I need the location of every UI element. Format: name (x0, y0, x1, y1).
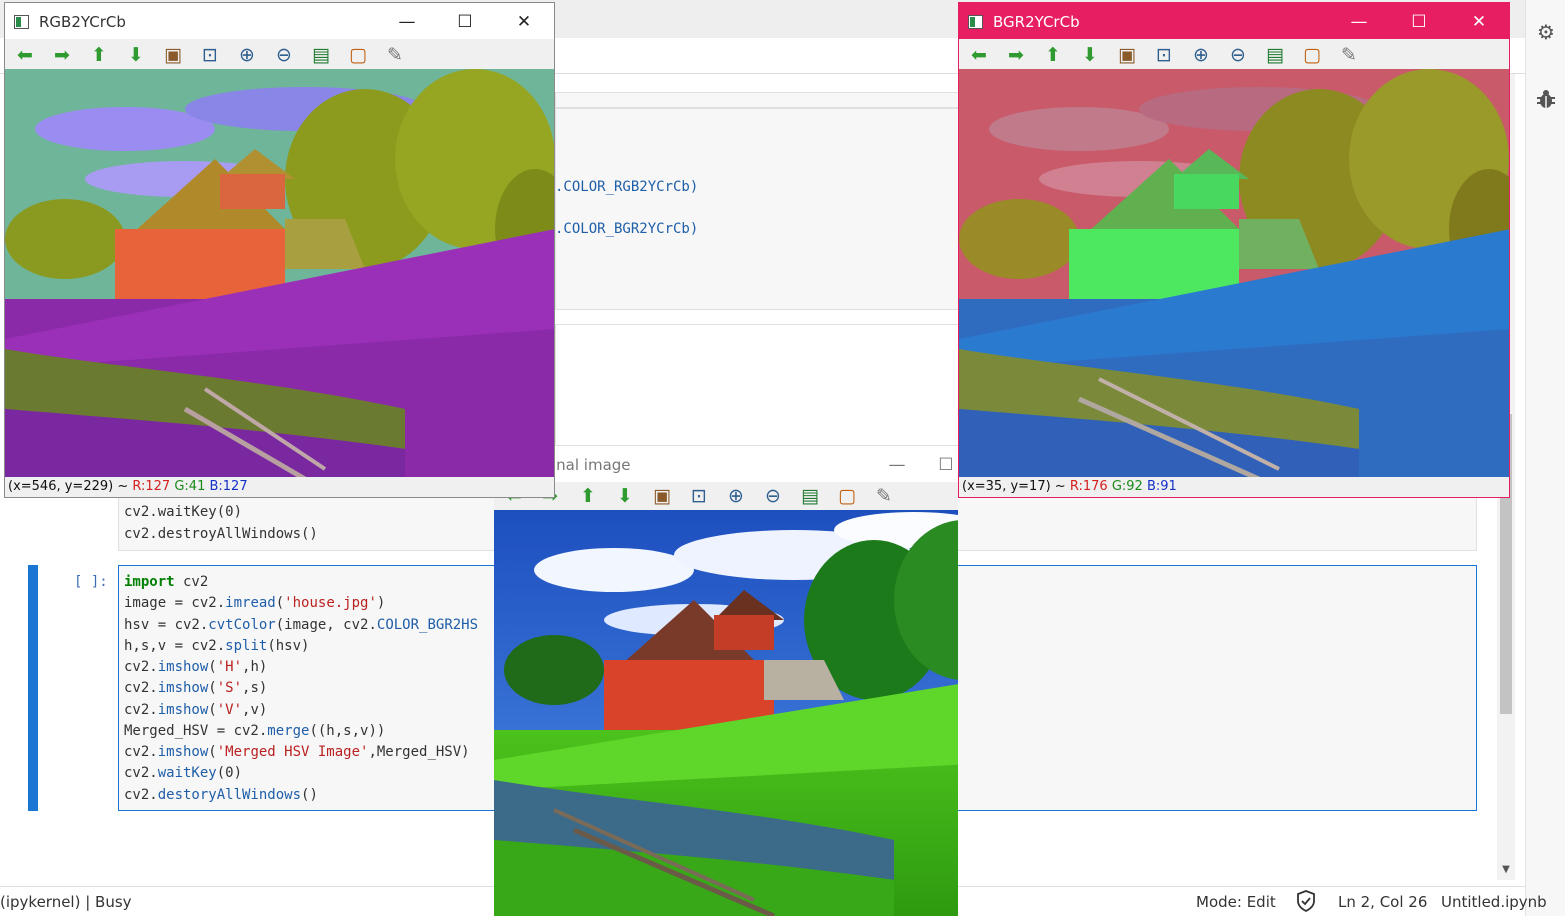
red-value: R:127 (132, 479, 171, 494)
rgb2ycrcb-image[interactable] (5, 69, 554, 479)
zoom-fit-icon[interactable]: ⊡ (198, 43, 222, 67)
copy-clipboard-icon[interactable]: ▢ (1300, 43, 1324, 67)
properties-brush-icon[interactable]: ✎ (383, 43, 407, 67)
code-line: cv2.destoryAllWindows() (124, 787, 318, 803)
arrow-right-icon[interactable]: ➡ (50, 43, 74, 67)
save-icon[interactable]: ▤ (309, 43, 333, 67)
image-toolbar: ⬅ ➡ ⬆ ⬇ ▣ ⊡ ⊕ ⊖ ▤ ▢ ✎ (494, 482, 958, 510)
window-titlebar[interactable]: BGR2YCrCb — ☐ ✕ (959, 3, 1509, 39)
zoom-fit-icon[interactable]: ⊡ (1152, 43, 1176, 67)
code-fragment: .COLOR_BGR2YCrCb) (555, 221, 699, 237)
copy-clipboard-icon[interactable]: ▢ (346, 43, 370, 67)
zoom-out-icon[interactable]: ⊖ (272, 43, 296, 67)
cursor-coords: (x=35, y=17) ~ (962, 479, 1066, 494)
window-title: inal image (552, 456, 631, 474)
arrow-left-icon[interactable]: ⬅ (967, 43, 991, 67)
window-title: BGR2YCrCb (993, 13, 1080, 31)
app-window-icon (14, 15, 29, 29)
arrow-left-icon[interactable]: ⬅ (13, 43, 37, 67)
red-value: R:176 (1069, 479, 1108, 494)
zoom-original-icon[interactable]: ▣ (161, 43, 185, 67)
zoom-out-icon[interactable]: ⊖ (761, 484, 785, 508)
zoom-out-icon[interactable]: ⊖ (1226, 43, 1250, 67)
property-inspector-gears-icon[interactable]: ⚙ (1534, 20, 1558, 44)
properties-brush-icon[interactable]: ✎ (1337, 43, 1361, 67)
pixel-info-status: (x=546, y=229) ~ R:127 G:41 B:127 (5, 477, 554, 497)
code-cell-background[interactable] (555, 108, 959, 310)
cursor-position[interactable]: Ln 2, Col 26 (1338, 893, 1427, 911)
save-icon[interactable]: ▤ (1263, 43, 1287, 67)
code-fragment: .COLOR_RGB2YCrCb) (555, 179, 699, 195)
minimize-button[interactable]: — (387, 9, 427, 35)
right-sidebar: ⚙ (1525, 0, 1565, 916)
code-line: import cv2 (124, 574, 209, 590)
window-titlebar[interactable]: RGB2YCrCb — ☐ ✕ (5, 3, 554, 39)
code-line: cv2.waitKey(0) (124, 504, 243, 520)
arrow-up-icon[interactable]: ⬆ (87, 43, 111, 67)
code-line: cv2.imshow('Merged HSV Image',Merged_HSV… (124, 744, 470, 760)
file-name: Untitled.ipynb (1441, 893, 1547, 911)
cell-separator (555, 92, 959, 108)
code-line: h,s,v = cv2.split(hsv) (124, 638, 310, 654)
code-line: cv2.waitKey(0) (124, 765, 243, 781)
code-line: Merged_HSV = cv2.merge((h,s,v)) (124, 723, 386, 739)
copy-clipboard-icon[interactable]: ▢ (835, 484, 859, 508)
cursor-coords: (x=546, y=229) ~ (8, 479, 129, 494)
bgr2ycrcb-image[interactable] (959, 69, 1509, 479)
image-toolbar: ⬅ ➡ ⬆ ⬇ ▣ ⊡ ⊕ ⊖ ▤ ▢ ✎ (959, 39, 1509, 71)
maximize-button[interactable]: ☐ (934, 452, 958, 478)
cell-prompt: [ ]: (74, 574, 108, 590)
code-line: cv2.imshow('H',h) (124, 659, 268, 675)
blue-value: B:91 (1146, 479, 1177, 494)
arrow-down-icon[interactable]: ⬇ (613, 484, 637, 508)
arrow-down-icon[interactable]: ⬇ (1078, 43, 1102, 67)
original-image-window[interactable]: inal image — ☐ ⬅ ➡ ⬆ ⬇ ▣ ⊡ ⊕ ⊖ ▤ ▢ ✎ (494, 446, 958, 916)
close-button[interactable]: ✕ (1459, 9, 1499, 35)
rgb2ycrcb-window[interactable]: RGB2YCrCb — ☐ ✕ ⬅ ➡ ⬆ ⬇ ▣ ⊡ ⊕ ⊖ ▤ ▢ ✎ (x… (4, 2, 555, 498)
window-titlebar[interactable]: inal image — ☐ (494, 446, 958, 482)
editor-mode: Mode: Edit (1196, 893, 1276, 911)
zoom-original-icon[interactable]: ▣ (1115, 43, 1139, 67)
arrow-up-icon[interactable]: ⬆ (1041, 43, 1065, 67)
active-cell-indicator (28, 565, 38, 811)
properties-brush-icon[interactable]: ✎ (872, 484, 896, 508)
zoom-fit-icon[interactable]: ⊡ (687, 484, 711, 508)
code-line: image = cv2.imread('house.jpg') (124, 595, 386, 611)
minimize-button[interactable]: — (1339, 9, 1379, 35)
code-line: cv2.destroyAllWindows() (124, 526, 318, 542)
save-icon[interactable]: ▤ (798, 484, 822, 508)
minimize-button[interactable]: — (877, 452, 917, 478)
code-line: cv2.imshow('V',v) (124, 702, 268, 718)
zoom-in-icon[interactable]: ⊕ (724, 484, 748, 508)
green-value: G:41 (174, 479, 206, 494)
close-button[interactable]: ✕ (504, 9, 544, 35)
window-title: RGB2YCrCb (39, 13, 126, 31)
pixel-info-status: (x=35, y=17) ~ R:176 G:92 B:91 (959, 477, 1509, 497)
output-area (555, 324, 959, 446)
image-toolbar: ⬅ ➡ ⬆ ⬇ ▣ ⊡ ⊕ ⊖ ▤ ▢ ✎ (5, 39, 554, 71)
debugger-bug-icon[interactable] (1534, 88, 1558, 112)
arrow-down-icon[interactable]: ⬇ (124, 43, 148, 67)
code-line: cv2.imshow('S',s) (124, 680, 268, 696)
kernel-status[interactable]: (ipykernel) | Busy (0, 893, 132, 911)
zoom-original-icon[interactable]: ▣ (650, 484, 674, 508)
maximize-button[interactable]: ☐ (445, 9, 485, 35)
zoom-in-icon[interactable]: ⊕ (1189, 43, 1213, 67)
maximize-button[interactable]: ☐ (1399, 9, 1439, 35)
blue-value: B:127 (209, 479, 248, 494)
scroll-down-icon[interactable]: ▼ (1499, 864, 1513, 876)
green-value: G:92 (1111, 479, 1143, 494)
app-window-icon (968, 15, 983, 29)
original-image[interactable] (494, 510, 958, 916)
trusted-shield-icon[interactable] (1296, 890, 1316, 916)
bgr2ycrcb-window[interactable]: BGR2YCrCb — ☐ ✕ ⬅ ➡ ⬆ ⬇ ▣ ⊡ ⊕ ⊖ ▤ ▢ ✎ (x… (958, 2, 1510, 498)
zoom-in-icon[interactable]: ⊕ (235, 43, 259, 67)
code-line: hsv = cv2.cvtColor(image, cv2.COLOR_BGR2… (124, 617, 479, 633)
arrow-right-icon[interactable]: ➡ (1004, 43, 1028, 67)
arrow-up-icon[interactable]: ⬆ (576, 484, 600, 508)
